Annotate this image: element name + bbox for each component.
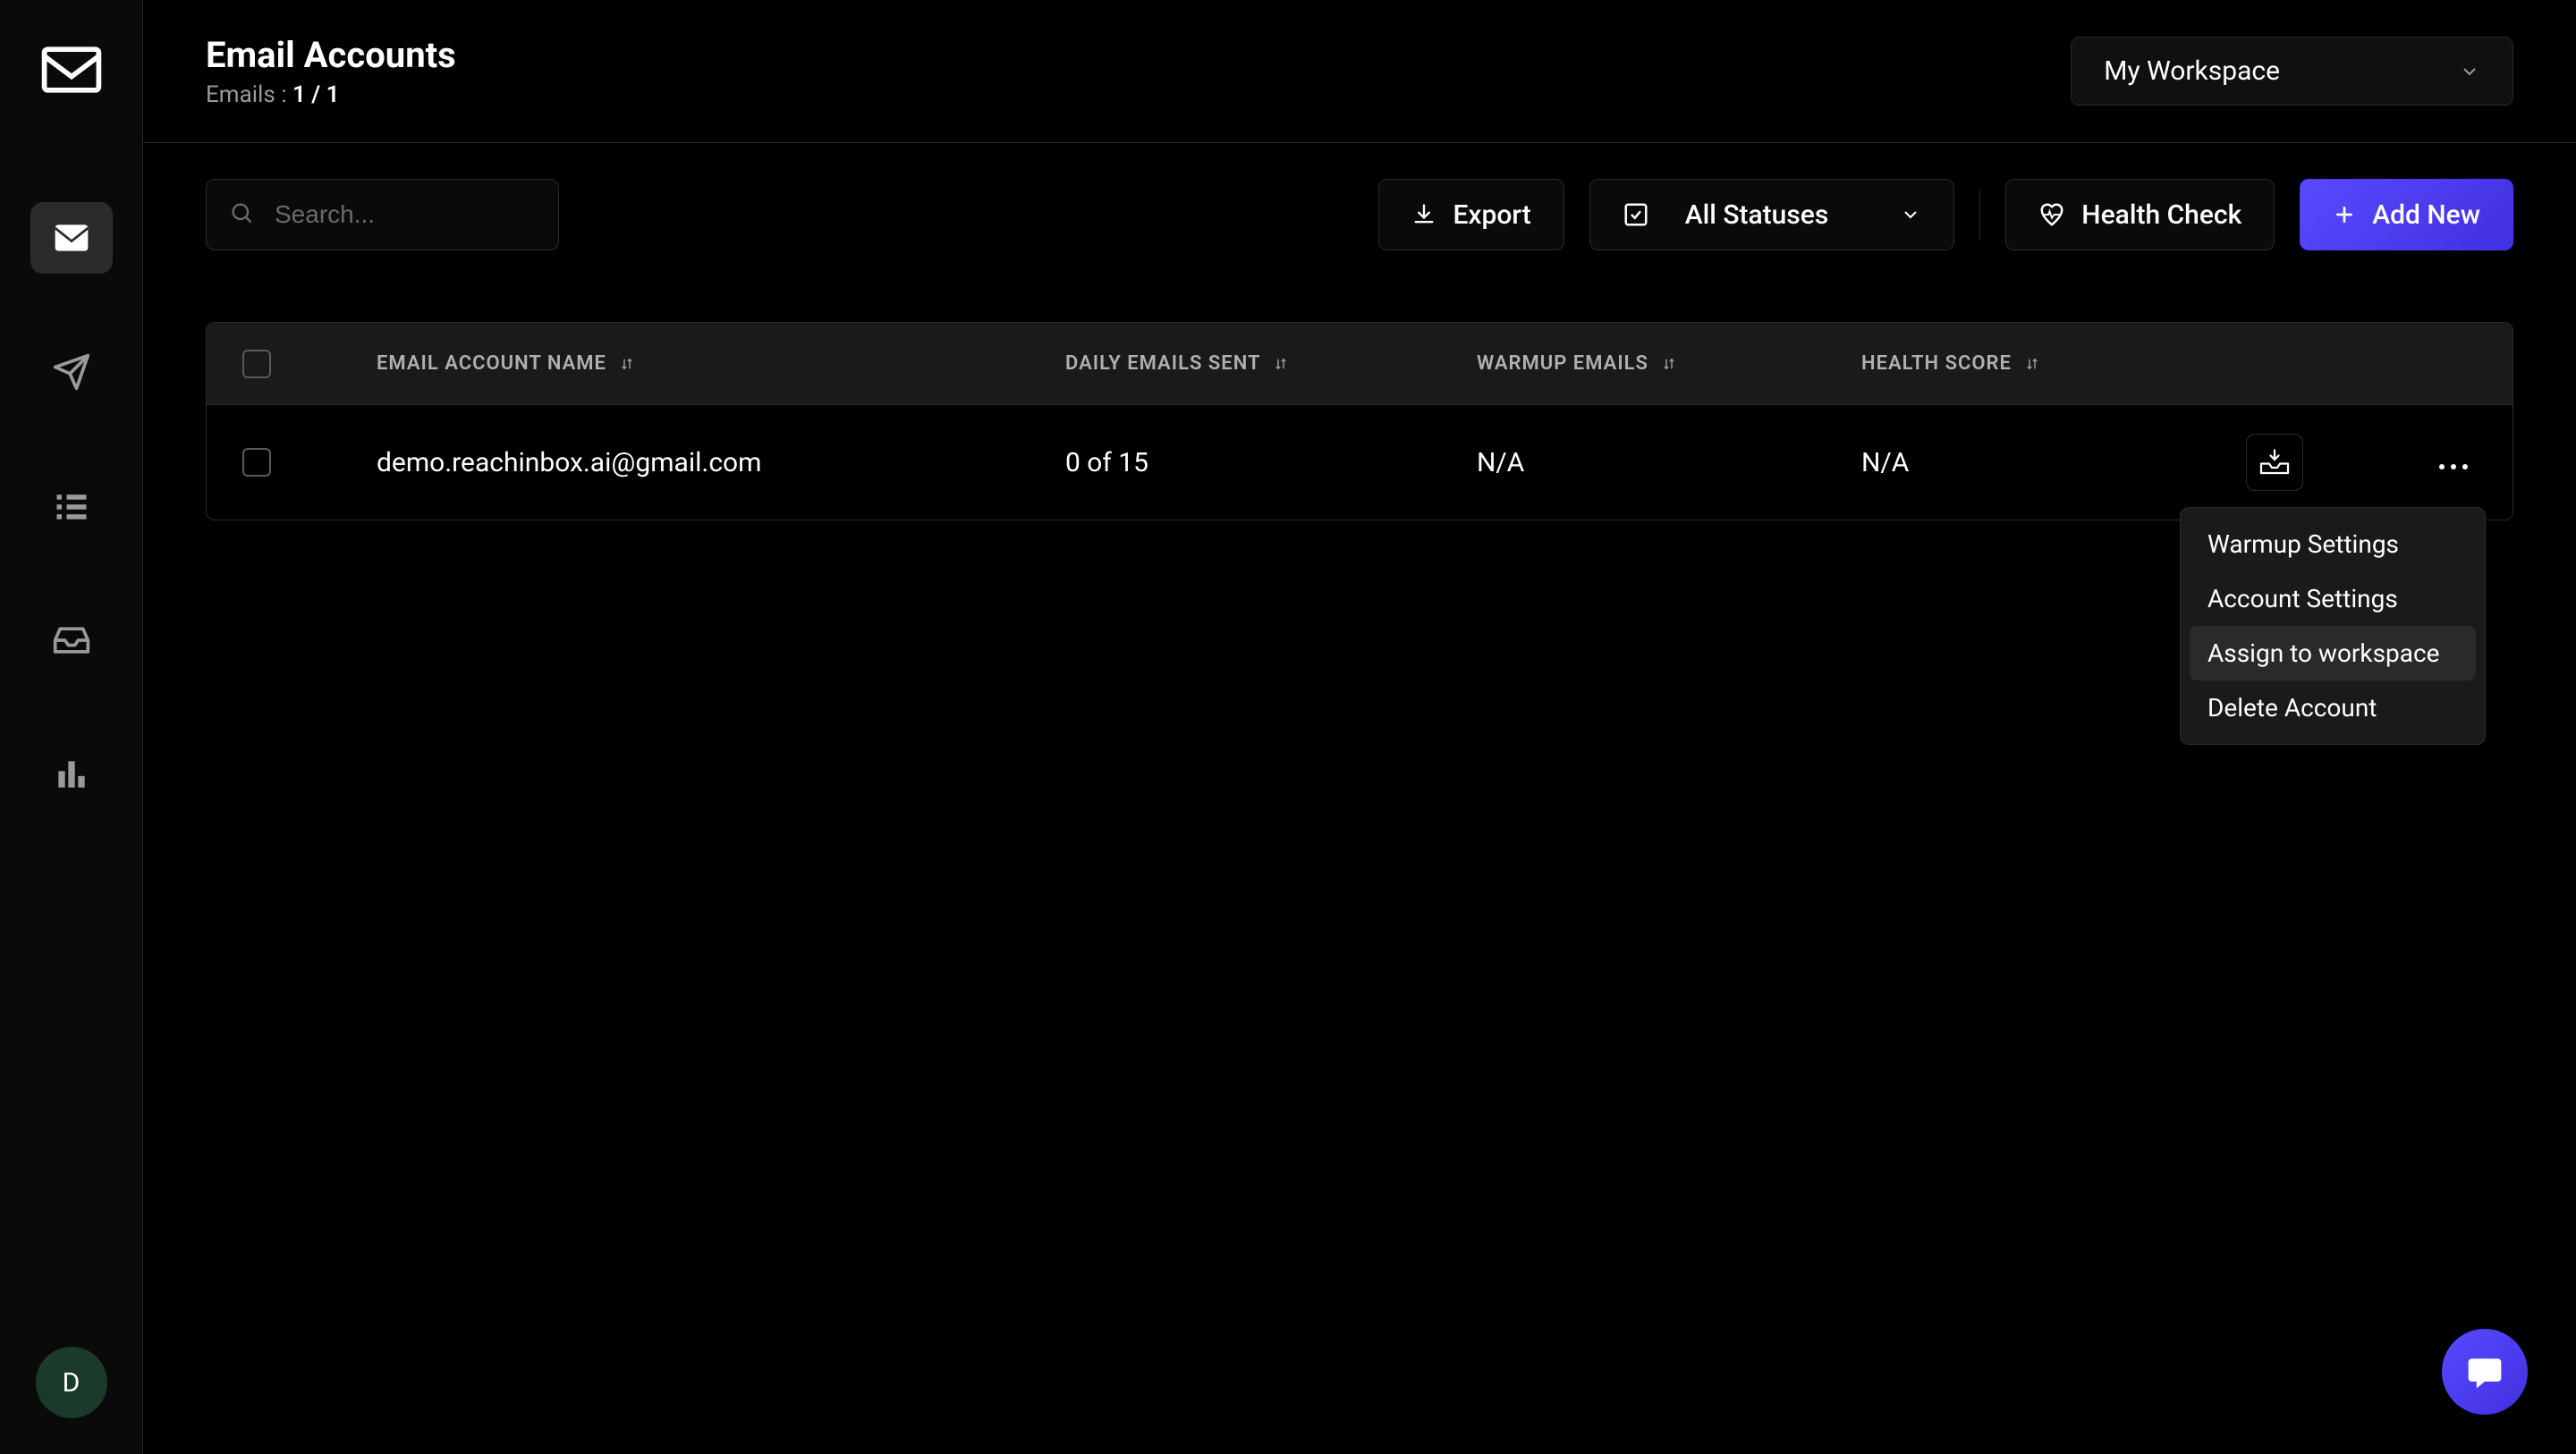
inbox-icon — [52, 621, 91, 660]
workspace-label: My Workspace — [2104, 55, 2280, 87]
dropdown-delete-account[interactable]: Delete Account — [2190, 681, 2476, 735]
sidebar-item-send[interactable] — [30, 336, 113, 408]
status-filter-button[interactable]: All Statuses — [1589, 179, 1955, 250]
search-icon — [229, 200, 254, 229]
workspace-selector[interactable]: My Workspace — [2071, 37, 2513, 106]
user-avatar[interactable]: D — [36, 1347, 107, 1418]
td-daily-sent: 0 of 15 — [1065, 447, 1477, 478]
main-content: Email Accounts Emails : 1 / 1 My Workspa… — [143, 0, 2576, 1454]
sidebar: D — [0, 0, 143, 1454]
td-actions — [2246, 434, 2532, 491]
dropdown-account-settings[interactable]: Account Settings — [2190, 571, 2476, 626]
sort-icon — [1273, 356, 1289, 372]
chevron-down-icon — [2459, 61, 2480, 82]
mail-icon — [52, 218, 91, 258]
sidebar-item-email[interactable] — [30, 202, 113, 274]
search-input[interactable] — [206, 179, 559, 250]
toolbar: Export All Statuses — [206, 179, 2513, 250]
heart-pulse-icon — [2038, 201, 2065, 228]
header-left: Email Accounts Emails : 1 / 1 — [206, 34, 456, 108]
add-new-button[interactable]: Add New — [2300, 179, 2513, 250]
select-all-checkbox[interactable] — [242, 350, 271, 378]
inbox-download-button[interactable] — [2246, 434, 2303, 491]
page-title: Email Accounts — [206, 34, 456, 76]
td-health-score: N/A — [1861, 447, 2246, 478]
send-icon — [52, 352, 91, 392]
status-icon — [1623, 201, 1649, 228]
th-health-score-label: HEALTH SCORE — [1861, 352, 2012, 375]
status-filter-label: All Statuses — [1685, 199, 1829, 231]
health-check-label: Health Check — [2081, 199, 2241, 231]
content-area: Export All Statuses — [143, 143, 2576, 556]
th-account-name[interactable]: EMAIL ACCOUNT NAME — [377, 352, 1065, 375]
dropdown-warmup-settings[interactable]: Warmup Settings — [2190, 517, 2476, 571]
divider — [1979, 190, 1980, 240]
inbox-download-icon — [2258, 446, 2291, 478]
search-wrapper — [206, 179, 559, 250]
export-button[interactable]: Export — [1378, 179, 1563, 250]
dropdown-assign-workspace[interactable]: Assign to workspace — [2190, 626, 2476, 681]
app-logo[interactable] — [38, 36, 106, 104]
more-options-button[interactable] — [2428, 438, 2479, 487]
download-icon — [1411, 202, 1436, 227]
row-checkbox[interactable] — [242, 448, 271, 477]
more-horizontal-icon — [2437, 462, 2470, 471]
plus-icon — [2333, 203, 2356, 226]
sort-icon — [619, 356, 635, 372]
td-checkbox — [207, 448, 377, 477]
page-subtitle: Emails : 1 / 1 — [206, 81, 456, 108]
sort-icon — [1661, 356, 1677, 372]
sidebar-item-analytics[interactable] — [30, 739, 113, 810]
sidebar-bottom: D — [36, 1347, 107, 1418]
th-daily-sent[interactable]: DAILY EMAILS SENT — [1065, 352, 1477, 375]
th-daily-sent-label: DAILY EMAILS SENT — [1065, 352, 1260, 375]
list-icon — [52, 486, 91, 526]
add-new-label: Add New — [2372, 199, 2480, 231]
th-account-name-label: EMAIL ACCOUNT NAME — [377, 352, 606, 375]
table: EMAIL ACCOUNT NAME DAILY EMAILS SENT WAR… — [206, 322, 2513, 520]
health-check-button[interactable]: Health Check — [2005, 179, 2275, 250]
subtitle-count: 1 / 1 — [292, 81, 340, 108]
th-warmup-label: WARMUP EMAILS — [1477, 352, 1648, 375]
td-account-name: demo.reachinbox.ai@gmail.com — [377, 447, 1065, 478]
page-header: Email Accounts Emails : 1 / 1 My Workspa… — [143, 0, 2576, 143]
th-health-score[interactable]: HEALTH SCORE — [1861, 352, 2246, 375]
bar-chart-icon — [52, 755, 91, 794]
th-warmup[interactable]: WARMUP EMAILS — [1477, 352, 1861, 375]
sidebar-item-inbox[interactable] — [30, 604, 113, 676]
sidebar-item-list[interactable] — [30, 470, 113, 542]
row-dropdown-menu: Warmup Settings Account Settings Assign … — [2180, 507, 2486, 745]
chat-icon — [2465, 1352, 2504, 1391]
sidebar-nav — [30, 202, 113, 810]
table-row: demo.reachinbox.ai@gmail.com 0 of 15 N/A… — [207, 405, 2512, 520]
th-checkbox — [207, 350, 377, 378]
subtitle-label: Emails : — [206, 81, 287, 108]
chat-fab[interactable] — [2442, 1329, 2528, 1415]
sort-icon — [2024, 356, 2040, 372]
table-header: EMAIL ACCOUNT NAME DAILY EMAILS SENT WAR… — [207, 323, 2512, 405]
export-label: Export — [1453, 199, 1530, 231]
chevron-down-icon — [1900, 204, 1921, 225]
td-warmup: N/A — [1477, 447, 1861, 478]
toolbar-right: Export All Statuses — [1378, 179, 2513, 250]
